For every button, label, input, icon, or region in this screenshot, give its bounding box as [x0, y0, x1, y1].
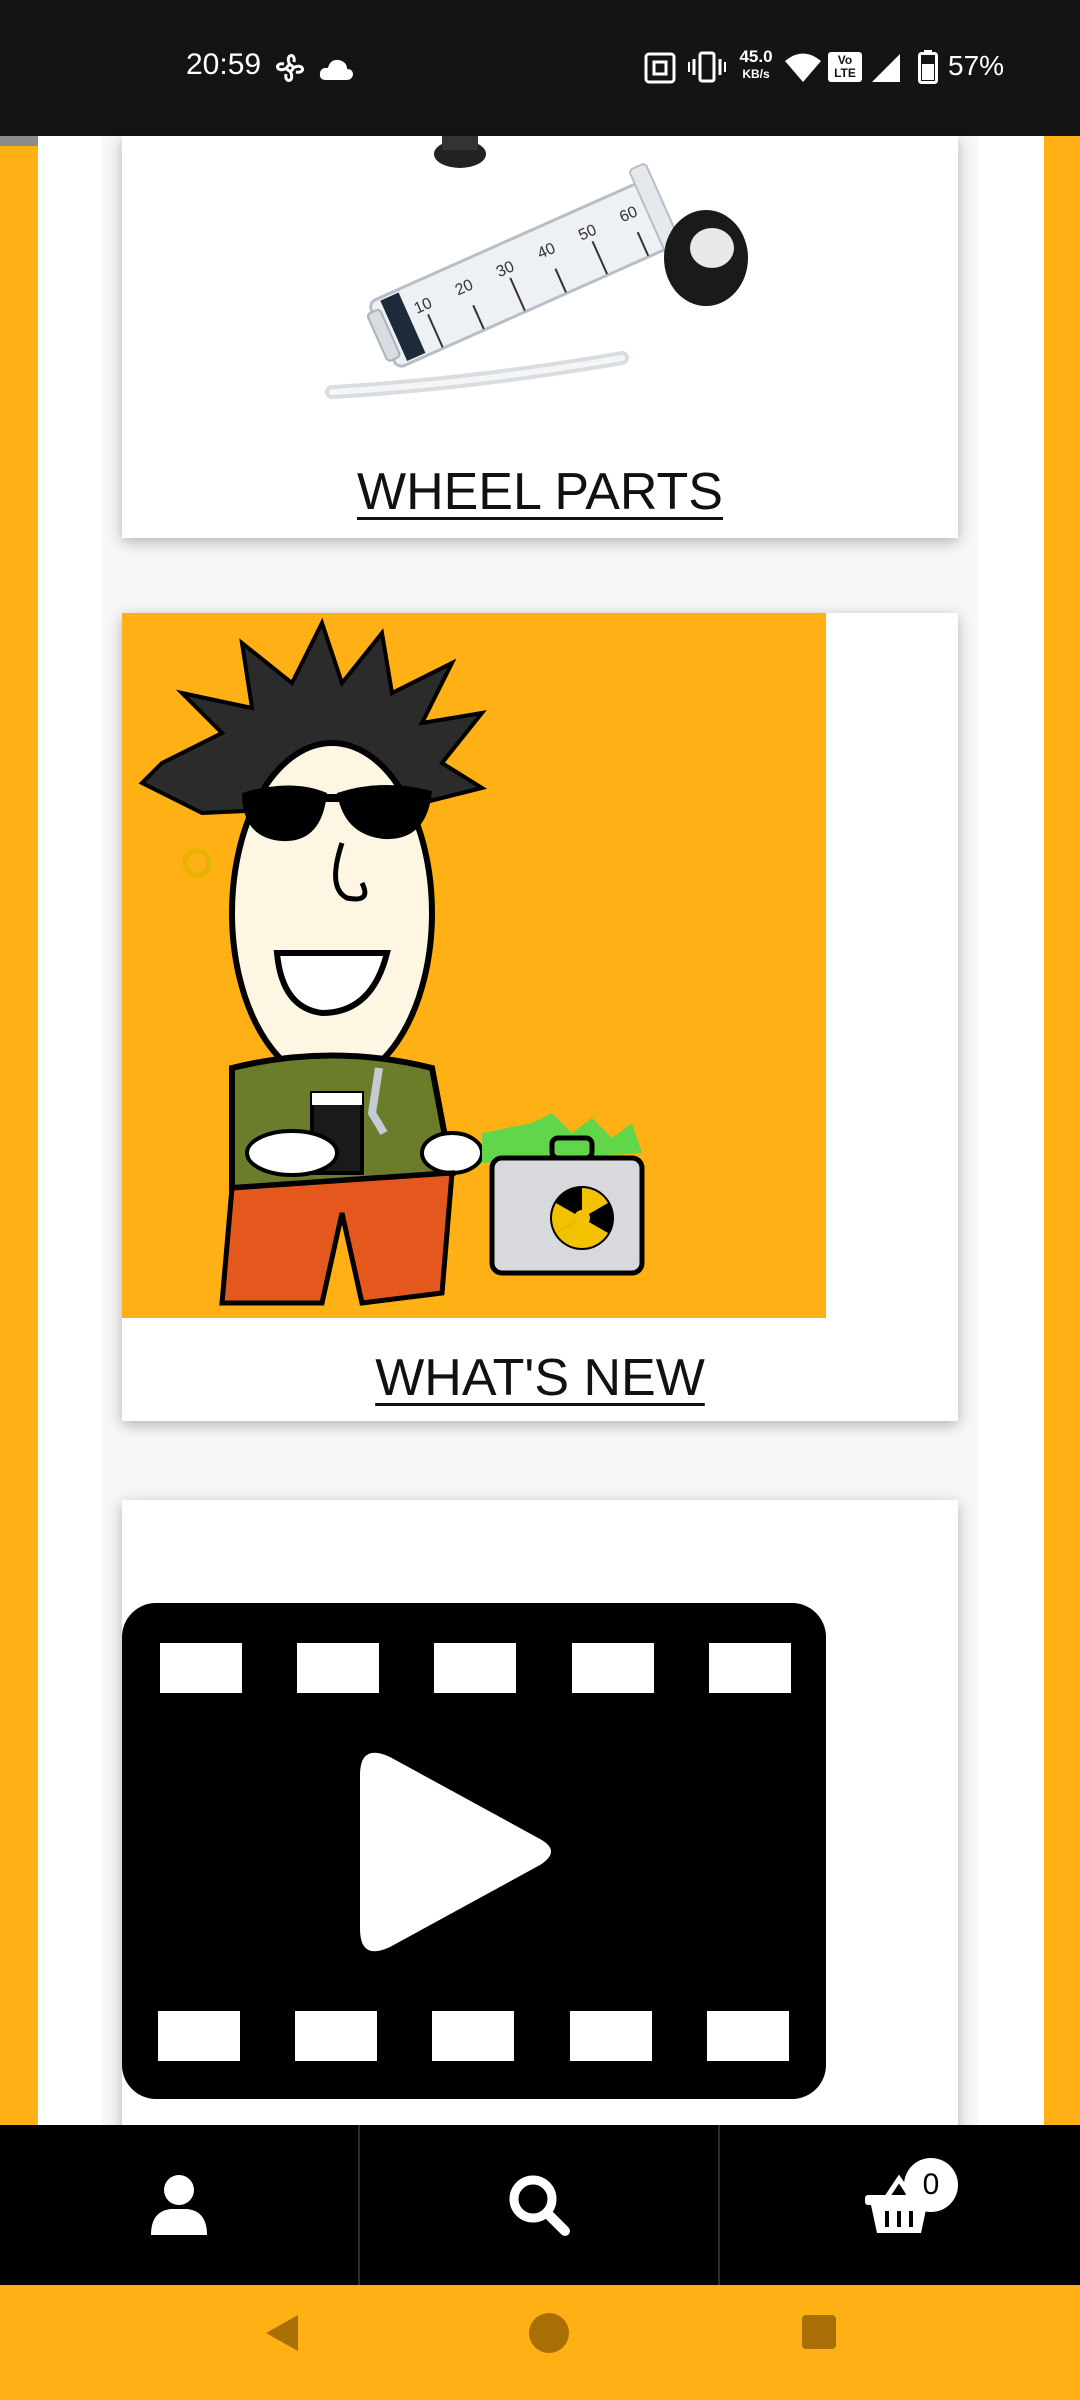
- battery-percent: 57%: [948, 50, 1005, 81]
- search-icon: [509, 2175, 570, 2236]
- nav-cart-button[interactable]: [720, 2125, 1078, 2285]
- network-speed-unit: KB/s: [742, 67, 770, 81]
- vibrate-icon: [688, 51, 726, 83]
- whats-new-mascot-image: [122, 613, 826, 1318]
- network-speed-value: 45.0: [739, 47, 773, 66]
- cart-count-badge: 0: [904, 2158, 958, 2212]
- status-time: 20:59: [186, 48, 262, 81]
- volte-label-bottom: LTE: [834, 66, 856, 80]
- nav-search-button[interactable]: [360, 2125, 718, 2285]
- network-speed: 45.0 KB/s: [732, 48, 780, 80]
- battery-icon: [918, 50, 938, 84]
- home-icon[interactable]: [527, 2311, 571, 2355]
- wheel-parts-image: 10 20 30 40 50 60: [325, 136, 748, 399]
- user-icon: [151, 2175, 207, 2235]
- cloud-icon: [319, 59, 353, 80]
- card-title-wheel-parts[interactable]: WHEEL PARTS: [122, 462, 958, 522]
- status-bar: 20:59 45.0 KB/s Vo LTE 57%: [0, 0, 1080, 136]
- recents-icon[interactable]: [800, 2313, 838, 2351]
- back-icon[interactable]: [262, 2311, 302, 2355]
- video-play-icon: [122, 1603, 826, 2099]
- signal-icon: [872, 54, 900, 82]
- category-card-videos[interactable]: [122, 1500, 958, 2200]
- nfc-icon: [644, 52, 676, 84]
- fan-icon: [276, 54, 304, 82]
- volte-badge: Vo LTE: [828, 52, 862, 82]
- card-title-whats-new[interactable]: WHAT'S NEW: [122, 1348, 958, 1408]
- nav-account-button[interactable]: [0, 2125, 358, 2285]
- category-card-wheel-parts[interactable]: 10 20 30 40 50 60 WHEEL PARTS: [122, 136, 958, 538]
- category-card-whats-new[interactable]: WHAT'S NEW: [122, 613, 958, 1421]
- system-nav-bar: [0, 2285, 1080, 2400]
- wifi-icon: [785, 53, 821, 82]
